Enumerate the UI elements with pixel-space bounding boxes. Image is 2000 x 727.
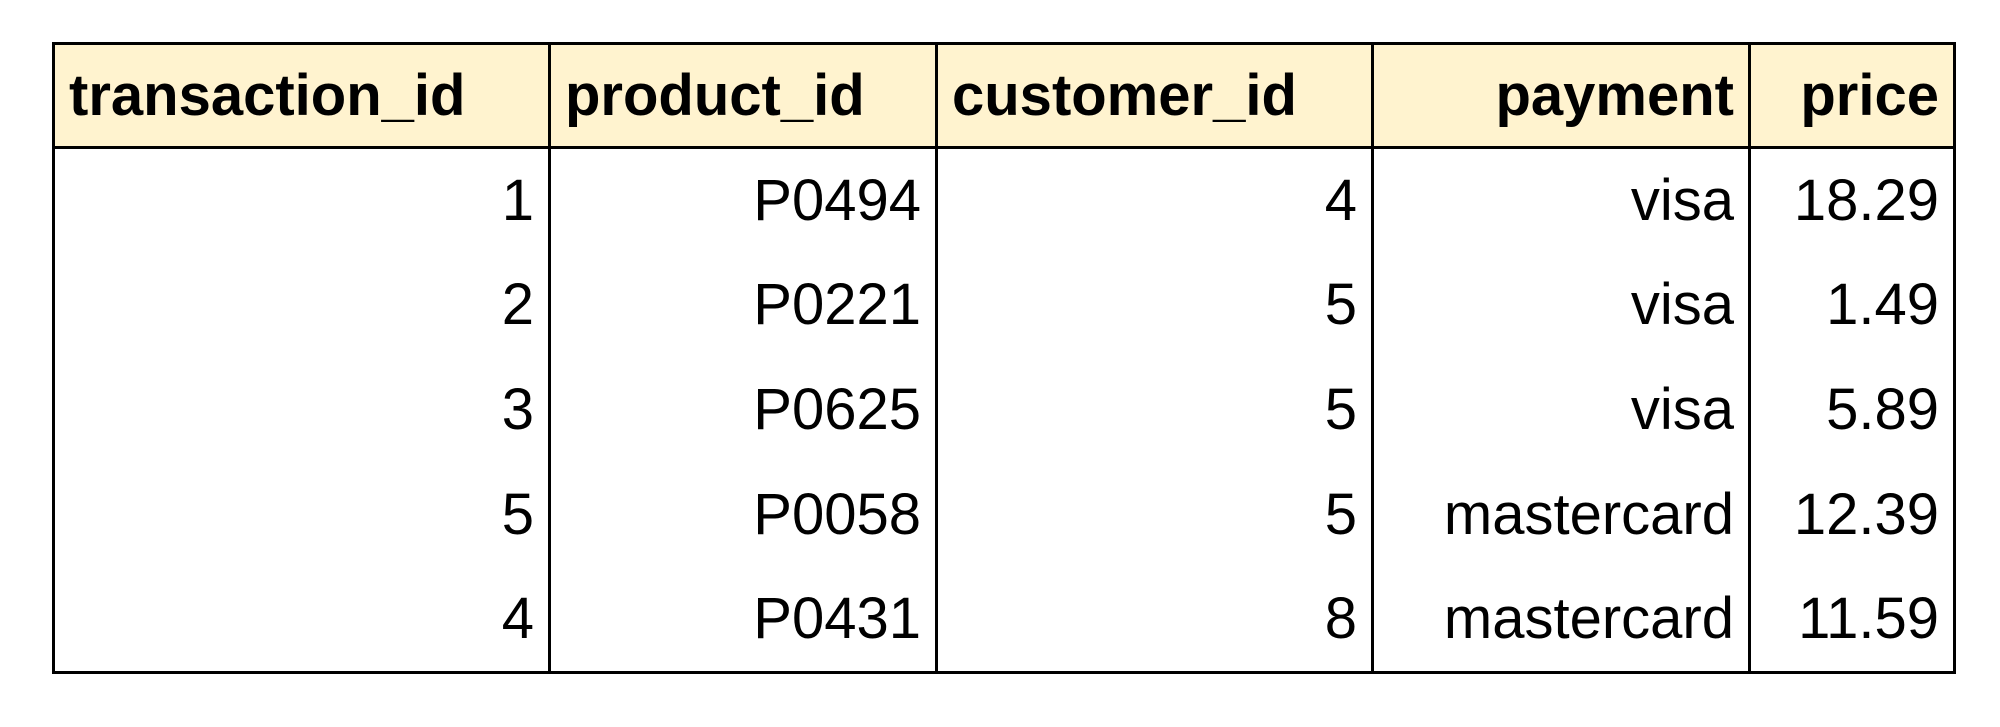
column-header-product-id: product_id [548, 43, 938, 149]
table-header: transaction_id product_id customer_id pa… [52, 43, 1956, 149]
cell-customer-id: 5 [935, 357, 1374, 463]
cell-payment: visa [1371, 357, 1751, 463]
cell-transaction-id: 2 [52, 252, 551, 358]
cell-transaction-id: 5 [52, 462, 551, 568]
cell-customer-id: 4 [935, 147, 1374, 253]
table-row: 5 P0058 5 mastercard 12.39 [52, 462, 1956, 568]
cell-transaction-id: 4 [52, 567, 551, 673]
cell-price: 11.59 [1748, 567, 1956, 673]
header-row: transaction_id product_id customer_id pa… [52, 43, 1956, 149]
table-row: 4 P0431 8 mastercard 11.59 [52, 567, 1956, 673]
cell-customer-id: 5 [935, 462, 1374, 568]
column-header-customer-id: customer_id [935, 43, 1374, 149]
table-row: 2 P0221 5 visa 1.49 [52, 252, 1956, 358]
transactions-table: transaction_id product_id customer_id pa… [52, 42, 1956, 674]
cell-customer-id: 5 [935, 252, 1374, 358]
cell-price: 18.29 [1748, 147, 1956, 253]
cell-product-id: P0431 [548, 567, 938, 673]
cell-payment: mastercard [1371, 567, 1751, 673]
cell-payment: visa [1371, 147, 1751, 253]
table-row: 3 P0625 5 visa 5.89 [52, 357, 1956, 463]
cell-transaction-id: 1 [52, 147, 551, 253]
cell-product-id: P0625 [548, 357, 938, 463]
table-body: 1 P0494 4 visa 18.29 2 P0221 5 visa 1.49… [52, 147, 1956, 673]
cell-product-id: P0221 [548, 252, 938, 358]
cell-payment: visa [1371, 252, 1751, 358]
cell-payment: mastercard [1371, 462, 1751, 568]
cell-price: 12.39 [1748, 462, 1956, 568]
data-table-container: transaction_id product_id customer_id pa… [52, 42, 1956, 674]
cell-price: 5.89 [1748, 357, 1956, 463]
cell-product-id: P0058 [548, 462, 938, 568]
column-header-payment: payment [1371, 43, 1751, 149]
column-header-transaction-id: transaction_id [52, 43, 551, 149]
cell-transaction-id: 3 [52, 357, 551, 463]
cell-price: 1.49 [1748, 252, 1956, 358]
column-header-price: price [1748, 43, 1956, 149]
cell-product-id: P0494 [548, 147, 938, 253]
table-row: 1 P0494 4 visa 18.29 [52, 147, 1956, 253]
cell-customer-id: 8 [935, 567, 1374, 673]
